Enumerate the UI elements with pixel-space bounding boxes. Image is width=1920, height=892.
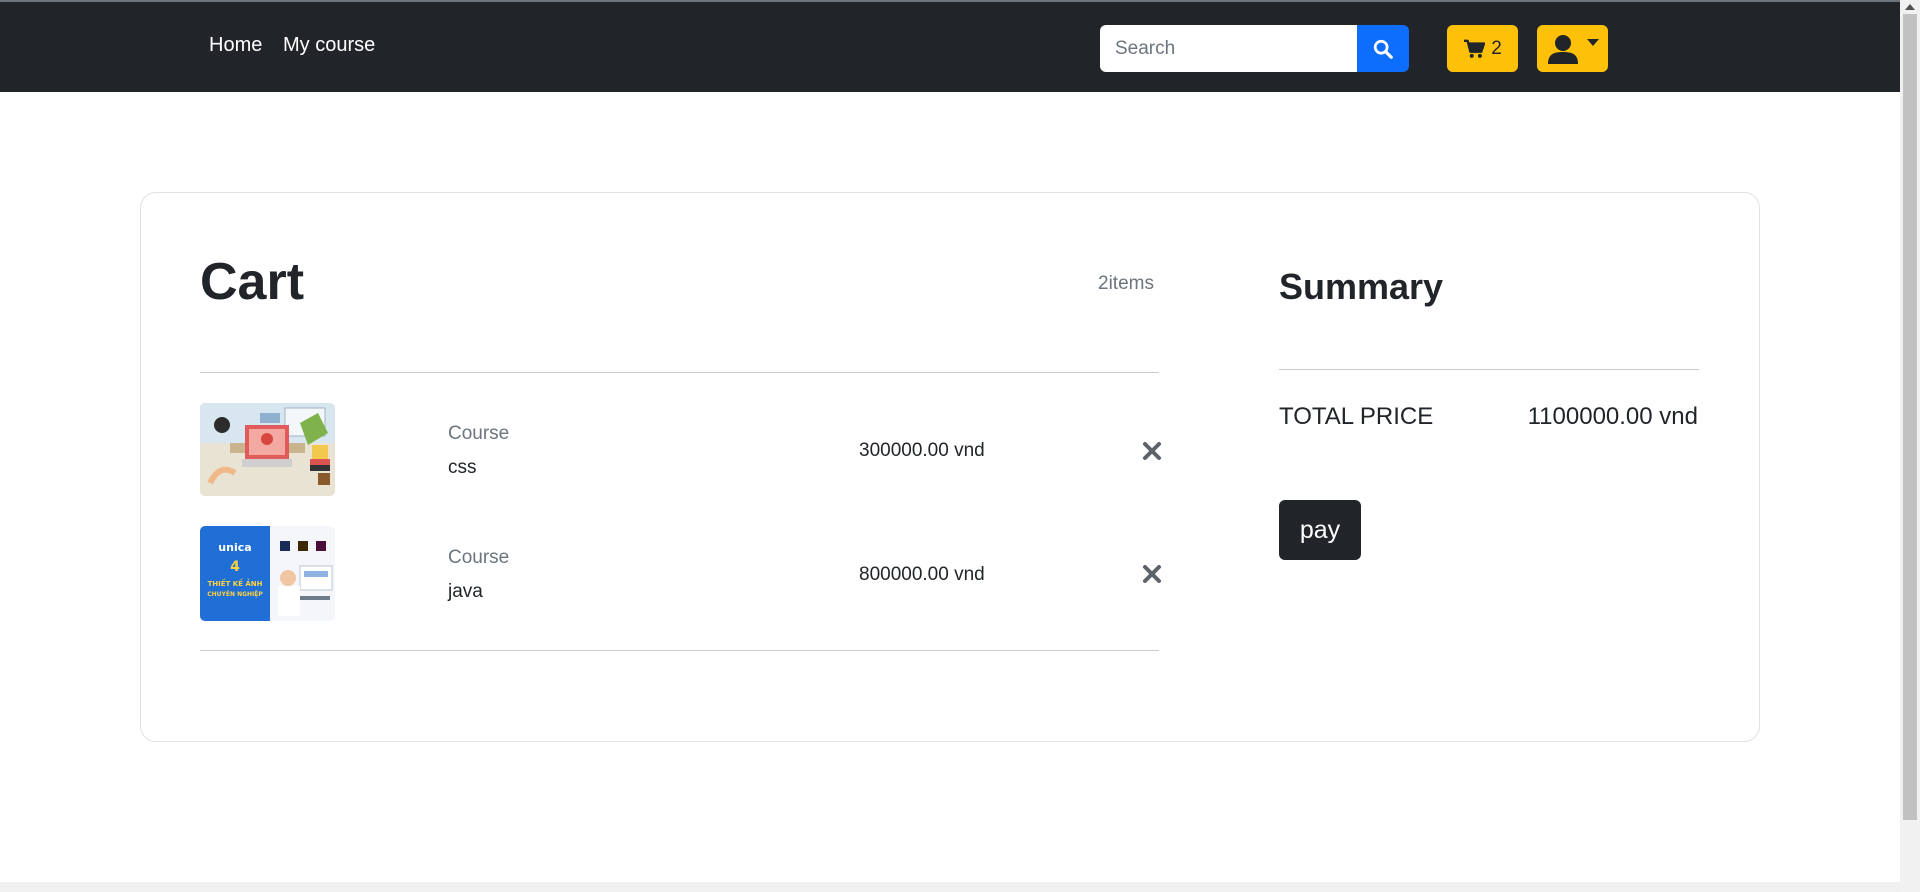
cart-icon [1464, 39, 1486, 58]
chevron-down-icon [1586, 39, 1599, 46]
scroll-up-icon[interactable] [1905, 4, 1915, 10]
user-menu-button[interactable] [1537, 25, 1608, 72]
cart-card [140, 192, 1760, 742]
course-thumbnail: unica 4 THIẾT KẾ ẢNH CHUYÊN NGHIỆP [200, 526, 335, 621]
course-label: Course [448, 547, 510, 568]
cart-count-badge: 2 [1491, 37, 1502, 59]
thumb-brand: unica [218, 541, 251, 554]
divider [200, 650, 1159, 651]
divider [200, 372, 1159, 373]
search-input[interactable] [1100, 25, 1357, 72]
summary-title: Summary [1279, 266, 1444, 307]
course-thumbnail-image [200, 403, 335, 496]
close-icon[interactable] [1141, 563, 1163, 585]
cart-title: Cart [200, 253, 305, 311]
thumb-line-2: CHUYÊN NGHIỆP [207, 590, 263, 598]
user-icon [1547, 34, 1578, 64]
course-name: css [448, 457, 477, 478]
course-label: Course [448, 423, 510, 444]
total-price-label: TOTAL PRICE [1279, 403, 1434, 430]
cart-item-count: 2items [1098, 273, 1154, 294]
close-icon[interactable] [1141, 440, 1163, 462]
nav-my-course-link[interactable]: My course [283, 34, 375, 57]
thumb-line-1: THIẾT KẾ ẢNH [207, 578, 262, 588]
divider [1279, 369, 1699, 370]
pay-button[interactable]: pay [1279, 500, 1361, 560]
scrollbar-thumb[interactable] [1903, 14, 1917, 820]
course-price: 300000.00 vnd [859, 440, 985, 461]
nav-home-link[interactable]: Home [209, 34, 262, 57]
course-name: java [448, 581, 483, 602]
svg-text:4: 4 [230, 559, 240, 575]
total-price-value: 1100000.00 vnd [1527, 403, 1698, 430]
bottom-strip [0, 882, 1900, 892]
search-button[interactable] [1357, 25, 1409, 72]
search-icon [1373, 39, 1393, 59]
course-price: 800000.00 vnd [859, 564, 985, 585]
navbar: Home My course 2 [0, 2, 1900, 92]
course-thumbnail-image: unica 4 THIẾT KẾ ẢNH CHUYÊN NGHIỆP [200, 526, 335, 621]
cart-button[interactable]: 2 [1447, 25, 1518, 72]
course-thumbnail [200, 403, 335, 496]
